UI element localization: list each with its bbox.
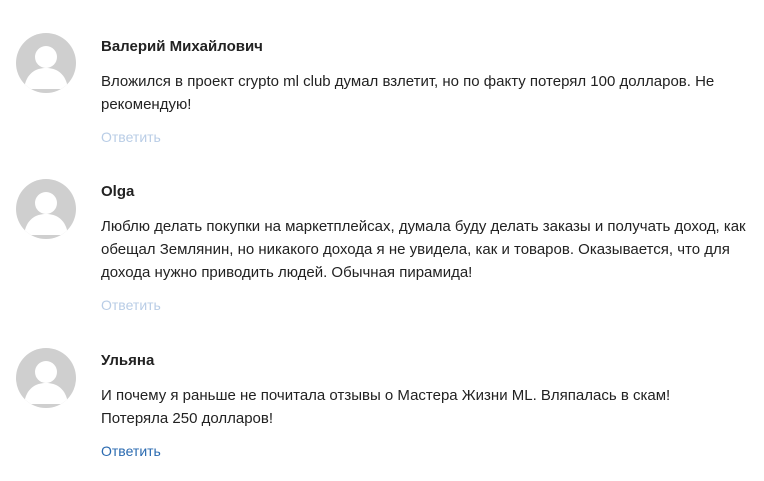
- default-user-avatar-icon: [16, 33, 76, 93]
- reply-button[interactable]: Ответить: [101, 128, 161, 146]
- comment-author: Ульяна: [101, 352, 155, 369]
- comment-text: Люблю делать покупки на маркетплейсах, д…: [101, 218, 746, 281]
- comment-body: Ульяна И почему я раньше не почитала отз…: [101, 352, 751, 461]
- comment-author: Olga: [101, 183, 135, 200]
- reply-button[interactable]: Ответить: [101, 442, 161, 460]
- comment-body: Olga Люблю делать покупки на маркетплейс…: [101, 183, 751, 315]
- comment-text: Вложился в проект crypto ml club думал в…: [101, 73, 715, 113]
- default-user-avatar-icon: [16, 179, 76, 239]
- comment-text: И почему я раньше не почитала отзывы о М…: [101, 387, 671, 427]
- comment-author: Валерий Михайлович: [101, 38, 263, 55]
- default-user-avatar-icon: [16, 348, 76, 408]
- reply-button[interactable]: Ответить: [101, 296, 161, 314]
- comment-body: Валерий Михайлович Вложился в проект cry…: [101, 38, 751, 147]
